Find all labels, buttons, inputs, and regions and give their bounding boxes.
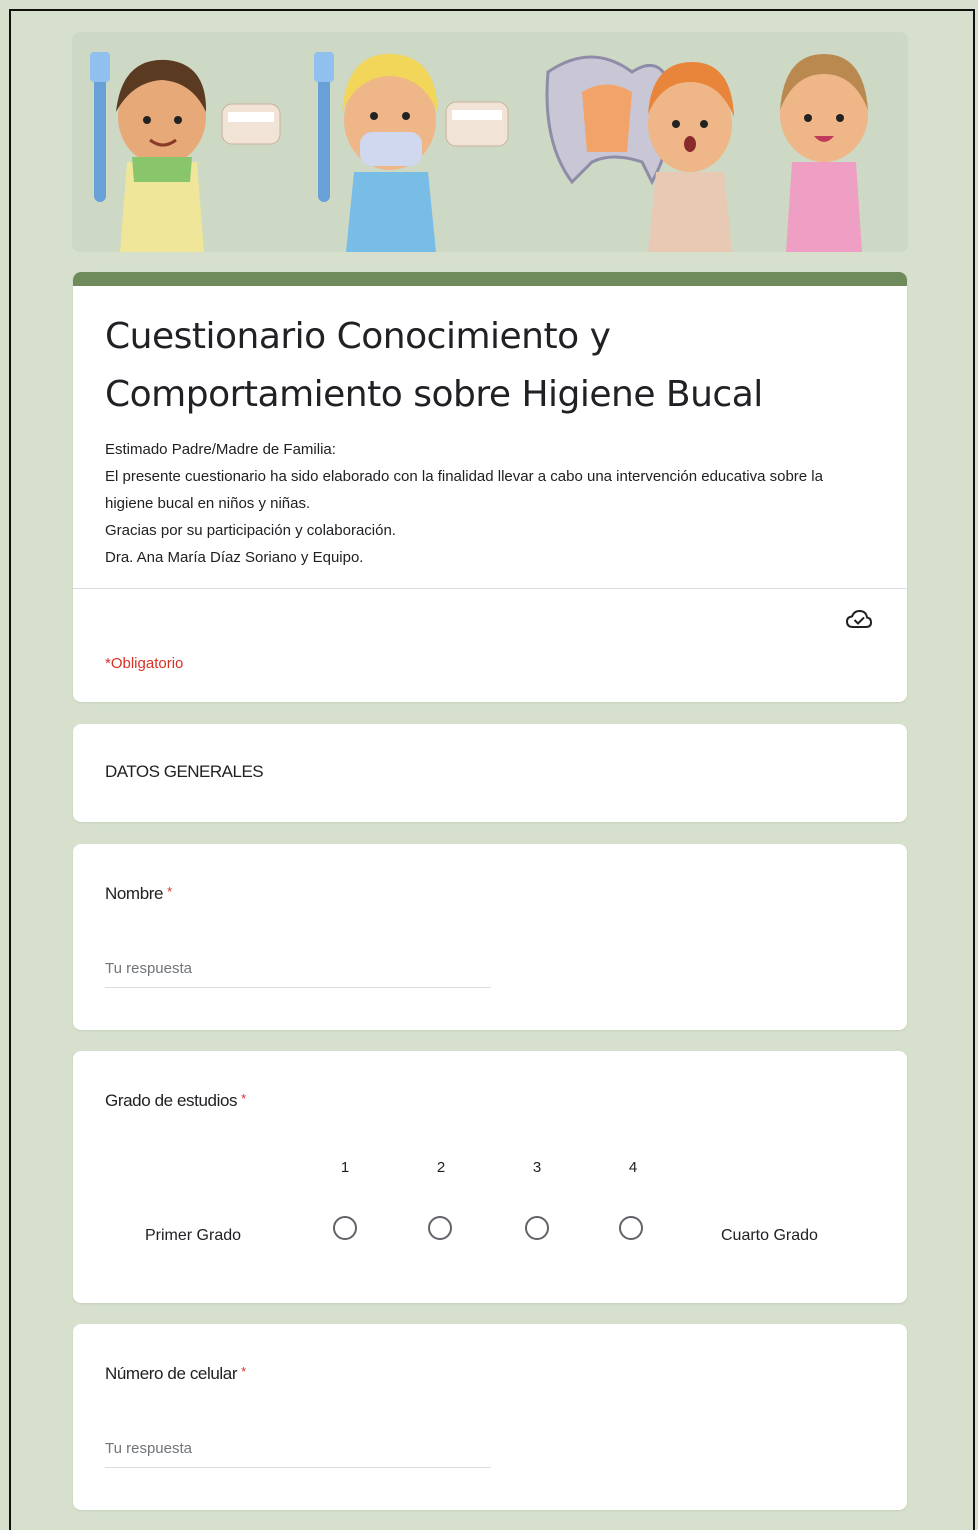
scale-high-label: Cuarto Grado	[721, 1227, 818, 1244]
question-label-text: Nombre	[105, 884, 164, 903]
question-label-text: Grado de estudios	[105, 1091, 238, 1110]
grado-radio-1[interactable]	[333, 1216, 357, 1240]
scale-number-2: 2	[436, 1159, 446, 1176]
grado-radio-4[interactable]	[619, 1216, 643, 1240]
question-label-text: Número de celular	[105, 1364, 238, 1383]
question-label-grado: Grado de estudios *	[105, 1091, 246, 1111]
header-accent-bar	[73, 272, 907, 286]
section-title: DATOS GENERALES	[105, 762, 264, 781]
question-card-celular: Número de celular *	[73, 1324, 907, 1510]
scale-number-1: 1	[340, 1159, 350, 1176]
header-divider	[73, 588, 907, 589]
kid-surprised-illustration	[780, 54, 868, 252]
cloud-check-icon[interactable]	[845, 608, 873, 632]
scale-number-3: 3	[532, 1159, 542, 1176]
question-label-nombre: Nombre *	[105, 884, 172, 904]
section-card: DATOS GENERALES	[73, 724, 907, 822]
grado-radio-3[interactable]	[525, 1216, 549, 1240]
required-star: *	[241, 1091, 246, 1106]
question-label-celular: Número de celular *	[105, 1364, 246, 1384]
required-star: *	[167, 884, 172, 899]
grado-radio-2[interactable]	[428, 1216, 452, 1240]
kid-with-mask-illustration	[314, 52, 509, 252]
question-card-grado: Grado de estudios * 1 2 3 4 Primer Grado …	[73, 1051, 907, 1303]
form-title: Cuestionario Conocimiento y Comportamien…	[105, 316, 763, 415]
header-banner-image	[72, 32, 908, 252]
nombre-input[interactable]	[105, 949, 491, 988]
required-note: *Obligatorio	[105, 655, 184, 672]
scale-low-label: Primer Grado	[145, 1227, 242, 1244]
dental-kids-banner-icon	[90, 52, 868, 252]
kid-with-toothbrush-illustration	[90, 52, 281, 252]
celular-input[interactable]	[105, 1429, 491, 1468]
form-description: Estimado Padre/Madre de Familia: El pres…	[105, 441, 823, 566]
form-header-card: Cuestionario Conocimiento y Comportamien…	[73, 272, 907, 702]
scale-number-4: 4	[628, 1159, 638, 1176]
question-card-nombre: Nombre *	[73, 844, 907, 1030]
required-star: *	[241, 1364, 246, 1379]
kid-with-tooth-model-illustration	[545, 55, 734, 252]
